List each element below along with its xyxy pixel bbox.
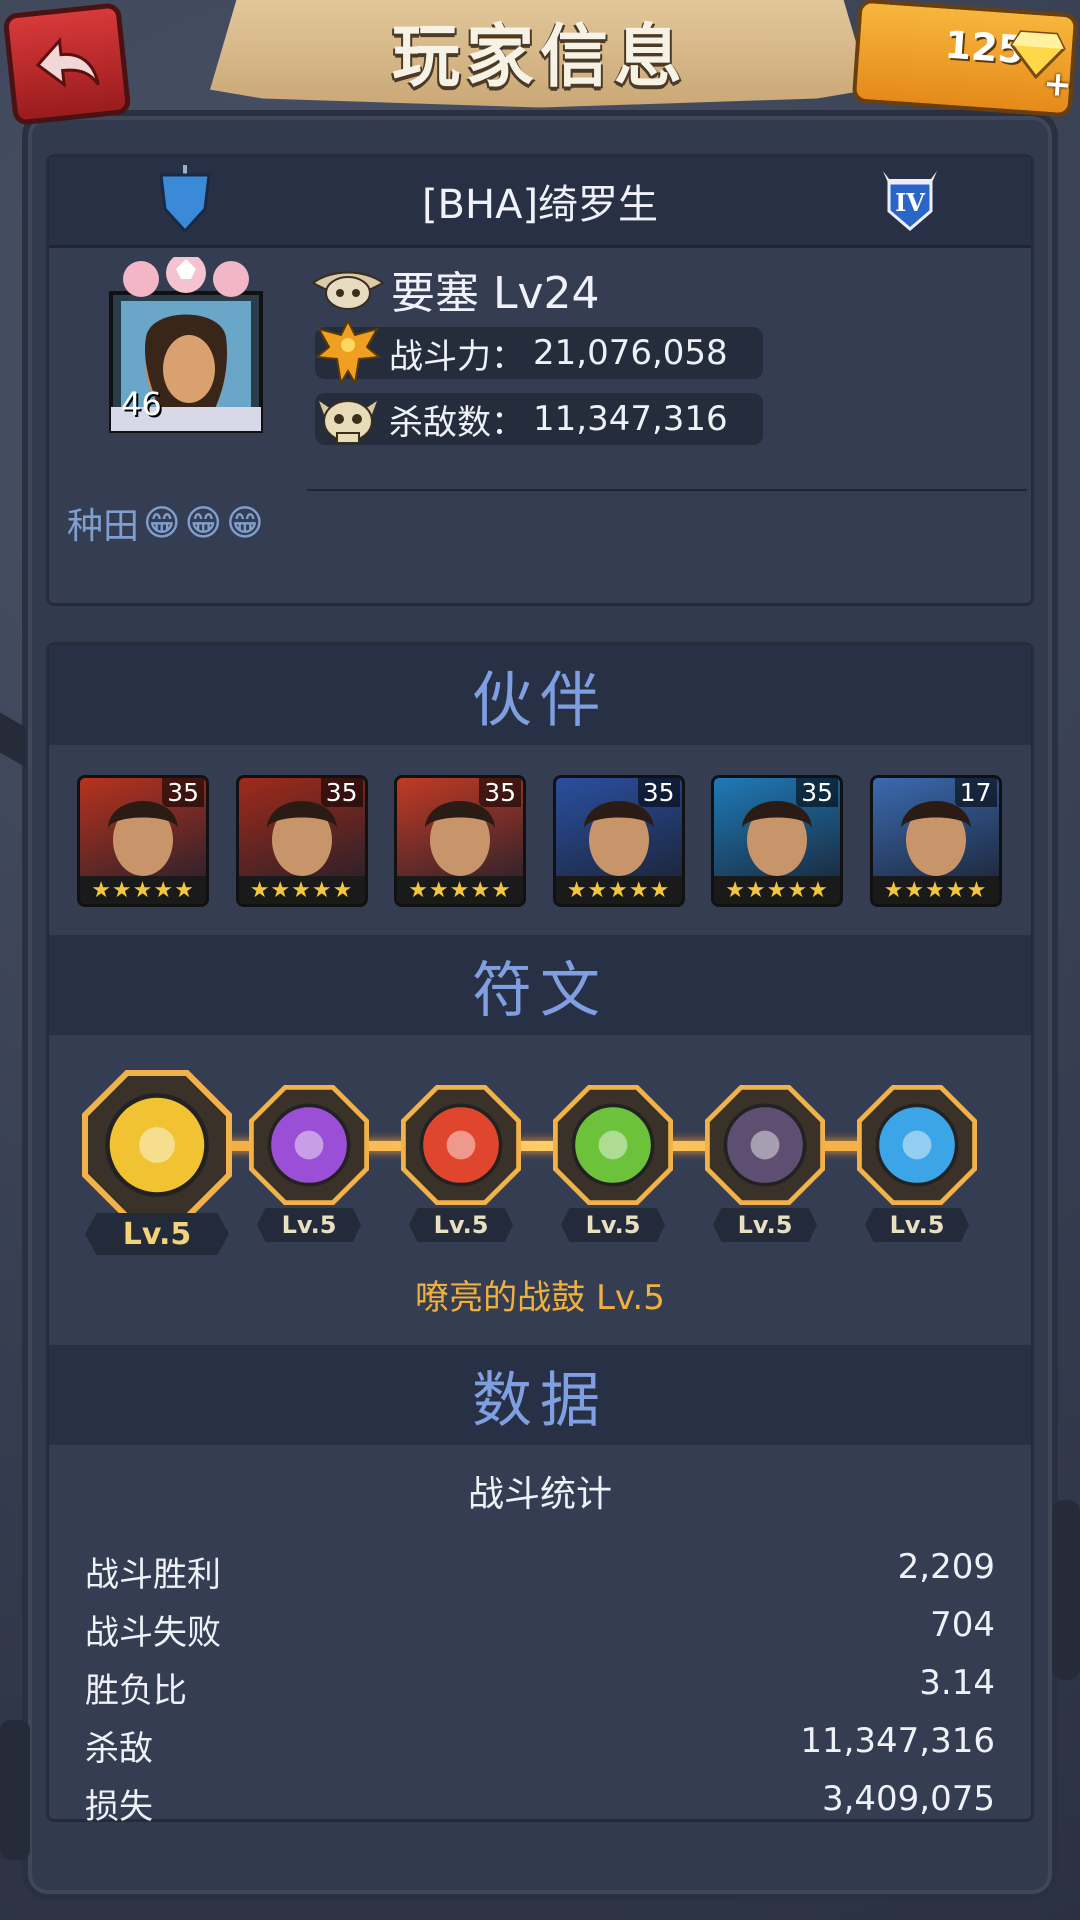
runes-title: 符文 bbox=[472, 955, 608, 1026]
stats-label: 损失 bbox=[85, 1787, 153, 1827]
slash-rune-icon bbox=[705, 1085, 825, 1205]
stats-row: 杀敌 11,347,316 bbox=[85, 1721, 995, 1770]
rune-slot[interactable] bbox=[705, 1085, 825, 1205]
skull-kills-icon bbox=[319, 400, 377, 444]
rune-level: Lv.5 bbox=[865, 1208, 969, 1242]
lock-rune-icon bbox=[857, 1085, 977, 1205]
hero-level: 17 bbox=[954, 778, 997, 807]
rune-slot[interactable] bbox=[249, 1085, 369, 1205]
back-arrow-icon bbox=[35, 37, 100, 88]
heart-rune-icon bbox=[553, 1085, 673, 1205]
title-banner: 玩家信息 bbox=[210, 0, 870, 108]
power-label: 战斗力： bbox=[389, 336, 525, 377]
phoenix-power-icon bbox=[315, 318, 381, 386]
hero-stars: ★★★★★ bbox=[872, 876, 999, 904]
stats-value: 3,409,075 bbox=[821, 1779, 995, 1819]
gem-purchase-button[interactable]: 125 + bbox=[851, 0, 1079, 118]
stats-label: 战斗胜利 bbox=[85, 1555, 221, 1595]
kills-pill: 杀敌数： 11,347,316 bbox=[315, 393, 763, 445]
stats-label: 战斗失败 bbox=[85, 1613, 221, 1653]
tier-badge-icon[interactable]: IV bbox=[875, 165, 945, 235]
hero-card[interactable]: 35 ★★★★★ bbox=[235, 775, 368, 907]
rune-level: Lv.5 bbox=[409, 1208, 513, 1242]
hero-stars: ★★★★★ bbox=[555, 876, 682, 904]
avatar-level: 46 bbox=[121, 385, 162, 423]
stats-row: 损失 3,409,075 bbox=[85, 1779, 995, 1828]
hero-stars: ★★★★★ bbox=[80, 876, 206, 904]
kills-value: 11,347,316 bbox=[533, 399, 728, 439]
data-title: 数据 bbox=[472, 1365, 608, 1436]
player-motto: 种田 😁 😁 😁 bbox=[67, 497, 264, 549]
stats-value: 2,209 bbox=[897, 1547, 995, 1587]
profile-divider bbox=[307, 489, 1027, 491]
back-button[interactable] bbox=[2, 2, 132, 126]
drum-rune-icon bbox=[82, 1070, 232, 1220]
eye-rune-icon bbox=[249, 1085, 369, 1205]
fortress-level: 要塞 Lv24 bbox=[391, 268, 600, 319]
fortress-skull-icon bbox=[311, 271, 385, 310]
stats-row: 战斗失败 704 bbox=[85, 1605, 995, 1654]
hero-card[interactable]: 35 ★★★★★ bbox=[394, 775, 526, 907]
player-avatar[interactable]: 46 bbox=[101, 253, 271, 437]
stats-row: 胜负比 3.14 bbox=[85, 1663, 995, 1712]
emoji-grin-icon: 😁 bbox=[226, 502, 264, 544]
hero-card[interactable]: 35 ★★★★★ bbox=[711, 775, 843, 907]
rune-level: Lv.5 bbox=[257, 1208, 361, 1242]
details-panel: 伙伴 35 ★★★★★ 35 ★★★★★ 35 ★★★★★ 35 ★★★★★ 35 ★★★★★ 17… bbox=[46, 642, 1034, 1827]
hammer-rune-icon bbox=[401, 1085, 521, 1205]
selected-rune-caption: 嘹亮的战鼓 Lv.5 bbox=[415, 1278, 665, 1318]
fortress-row: 要塞 Lv24 bbox=[311, 257, 600, 321]
hero-card[interactable]: 35 ★★★★★ bbox=[77, 775, 209, 907]
stats-label: 杀敌 bbox=[85, 1729, 153, 1769]
frame-crack bbox=[1052, 1500, 1080, 1680]
guild-flag-icon[interactable] bbox=[157, 165, 213, 237]
rune-slot[interactable] bbox=[857, 1085, 977, 1205]
companions-title: 伙伴 bbox=[472, 665, 608, 736]
rune-level: Lv.5 bbox=[713, 1208, 817, 1242]
profile-header: [BHA]绮罗生 IV bbox=[49, 157, 1031, 248]
stats-value: 3.14 bbox=[919, 1663, 995, 1703]
hero-card[interactable]: 35 ★★★★★ bbox=[552, 775, 685, 907]
companions-header: 伙伴 bbox=[49, 645, 1031, 745]
emoji-grin-icon: 😁 bbox=[184, 502, 223, 544]
player-name: [BHA]绮罗生 bbox=[421, 182, 659, 228]
hero-card[interactable]: 17 ★★★★★ bbox=[869, 775, 1002, 907]
battle-stats-title: 战斗统计 bbox=[467, 1474, 612, 1515]
rune-slot[interactable] bbox=[553, 1085, 673, 1205]
power-pill: 战斗力： 21,076,058 bbox=[315, 327, 763, 379]
data-header: 数据 bbox=[49, 1345, 1031, 1445]
tier-badge-text: IV bbox=[895, 188, 925, 217]
hero-stars: ★★★★★ bbox=[397, 876, 523, 904]
hero-stars: ★★★★★ bbox=[714, 876, 840, 904]
power-value: 21,076,058 bbox=[533, 333, 728, 373]
kills-label: 杀敌数： bbox=[389, 402, 525, 443]
kills-row: 杀敌数： 11,347,316 bbox=[315, 393, 763, 445]
hero-level: 35 bbox=[162, 778, 204, 807]
rune-slot[interactable] bbox=[82, 1070, 232, 1220]
rune-level: Lv.5 bbox=[85, 1213, 229, 1255]
rune-slot[interactable] bbox=[401, 1085, 521, 1205]
page-title: 玩家信息 bbox=[391, 17, 688, 97]
frame-crack bbox=[0, 1720, 30, 1860]
hero-level: 35 bbox=[637, 778, 680, 807]
stats-value: 11,347,316 bbox=[800, 1721, 995, 1761]
stats-label: 胜负比 bbox=[85, 1671, 187, 1711]
rune-level: Lv.5 bbox=[561, 1208, 665, 1242]
emoji-grin-icon: 😁 bbox=[143, 502, 181, 544]
stats-row: 战斗胜利 2,209 bbox=[85, 1547, 995, 1596]
motto-text: 种田 bbox=[67, 506, 140, 547]
stats-value: 704 bbox=[930, 1605, 995, 1645]
runes-header: 符文 bbox=[49, 935, 1031, 1035]
plus-icon: + bbox=[1042, 63, 1074, 106]
hero-level: 35 bbox=[796, 778, 838, 807]
hero-level: 35 bbox=[479, 778, 521, 807]
hero-level: 35 bbox=[320, 778, 363, 807]
profile-panel: [BHA]绮罗生 IV 46 要塞 Lv24 战斗力： 21,076,058 杀… bbox=[46, 154, 1034, 606]
power-row: 战斗力： 21,076,058 bbox=[315, 318, 763, 386]
hero-stars: ★★★★★ bbox=[238, 876, 365, 904]
